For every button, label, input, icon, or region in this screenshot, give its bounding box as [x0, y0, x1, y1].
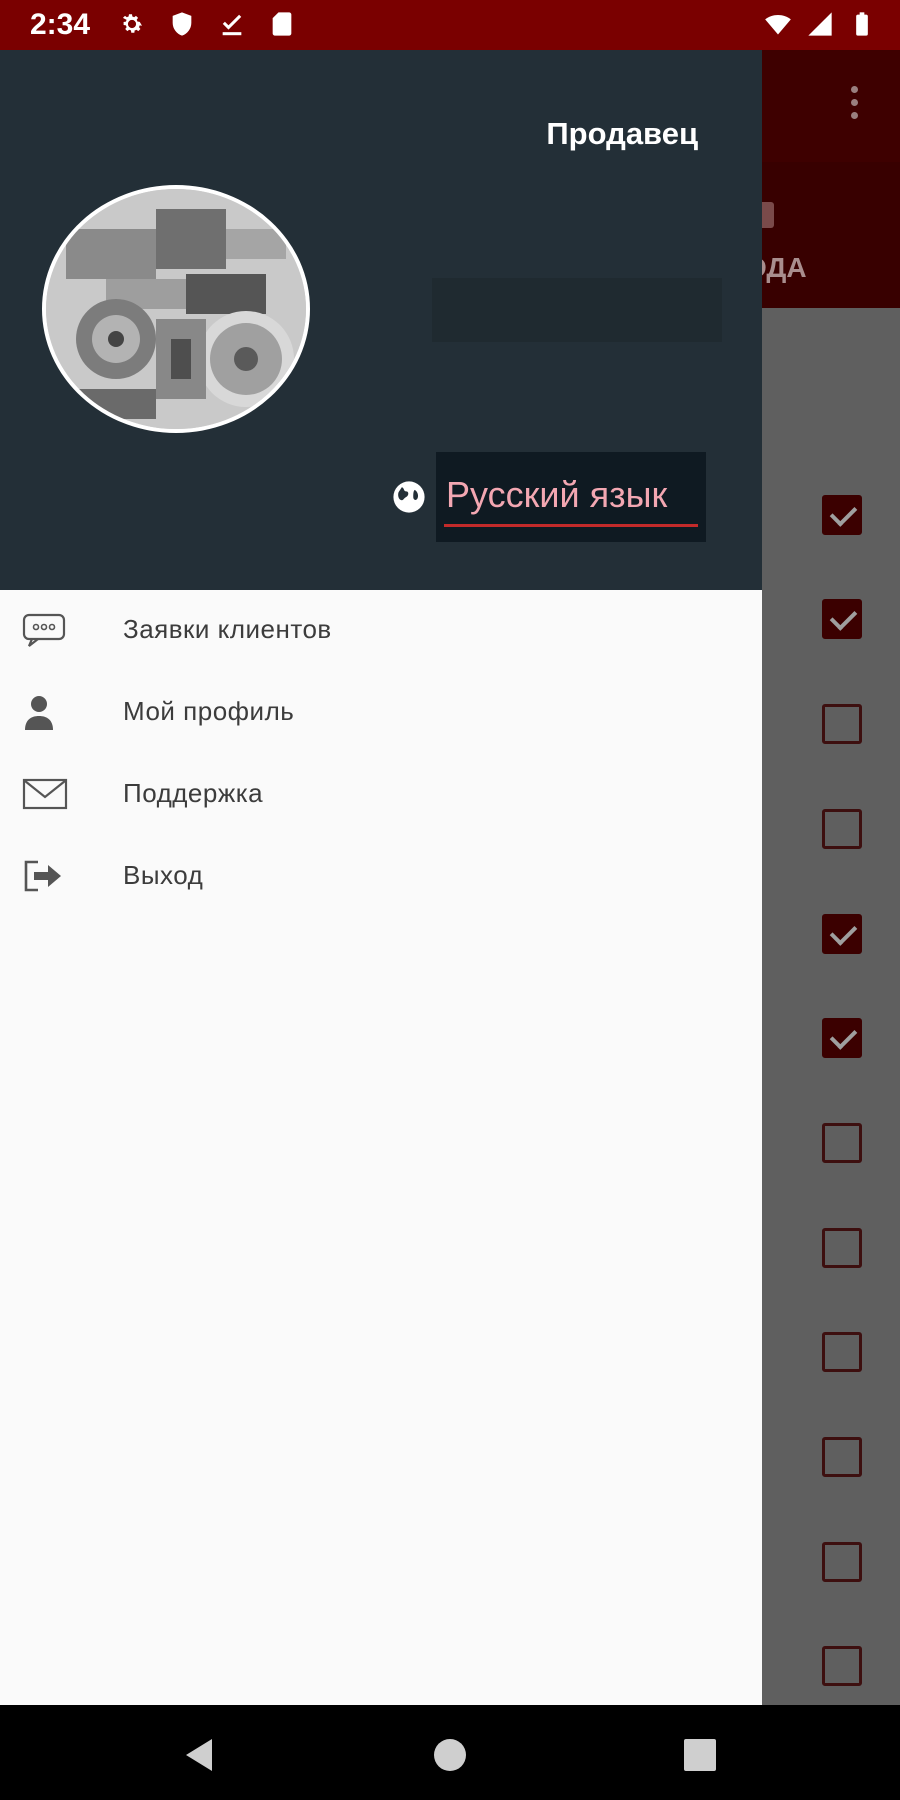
- menu-label: Мой профиль: [123, 696, 295, 726]
- checkbox[interactable]: [822, 495, 862, 535]
- role-title: Продавец: [546, 116, 698, 151]
- home-icon[interactable]: [430, 1735, 470, 1775]
- checkbox[interactable]: [822, 704, 862, 744]
- menu-label: Выход: [123, 860, 204, 890]
- gear-icon: [122, 14, 143, 33]
- checkbox[interactable]: [822, 1437, 862, 1477]
- recents-icon[interactable]: [680, 1735, 720, 1775]
- engine-parts-photo: [46, 189, 306, 429]
- drawer-menu: Заявки клиентов Мой профиль Поддержка Вы…: [0, 590, 762, 918]
- person-icon: [25, 696, 53, 730]
- navigation-drawer: Продавец Русский язык Заявки клиентов Мо…: [0, 50, 762, 1705]
- checkbox[interactable]: [822, 809, 862, 849]
- drawer-header: Продавец Русский язык: [0, 50, 762, 590]
- menu-item-client-requests[interactable]: Заявки клиентов: [0, 590, 762, 672]
- checkbox[interactable]: [822, 1228, 862, 1268]
- checkbox[interactable]: [822, 599, 862, 639]
- status-time: 2:34: [30, 8, 91, 41]
- wifi-icon: [765, 14, 791, 35]
- menu-item-support[interactable]: Поддержка: [0, 754, 762, 836]
- sd-card-icon: [272, 12, 292, 36]
- language-underline: [444, 524, 698, 527]
- exit-icon: [24, 860, 61, 892]
- status-bar: 2:34: [0, 0, 900, 50]
- checkbox[interactable]: [822, 1542, 862, 1582]
- back-icon[interactable]: [180, 1735, 220, 1775]
- menu-label: Заявки клиентов: [123, 614, 332, 644]
- cell-signal-icon: [808, 12, 832, 36]
- language-dropdown[interactable]: Русский язык: [436, 452, 706, 542]
- hidden-field-shadow: [432, 278, 722, 342]
- overflow-menu-icon[interactable]: [848, 86, 860, 126]
- checkbox[interactable]: [822, 1646, 862, 1686]
- menu-item-my-profile[interactable]: Мой профиль: [0, 672, 762, 754]
- menu-label: Поддержка: [123, 778, 264, 808]
- menu-item-logout[interactable]: Выход: [0, 836, 762, 918]
- system-nav-bar: [0, 1705, 900, 1800]
- checkbox[interactable]: [822, 1332, 862, 1372]
- checkbox[interactable]: [822, 1018, 862, 1058]
- language-selected: Русский язык: [446, 474, 668, 515]
- checkbox[interactable]: [822, 914, 862, 954]
- shield-icon: [172, 12, 192, 36]
- avatar[interactable]: [42, 185, 310, 433]
- download-done-icon: [222, 14, 242, 36]
- battery-icon: [856, 12, 868, 36]
- mail-icon: [22, 778, 68, 810]
- globe-icon: [393, 481, 425, 513]
- checkbox[interactable]: [822, 1123, 862, 1163]
- chat-bubble-icon: [22, 613, 66, 647]
